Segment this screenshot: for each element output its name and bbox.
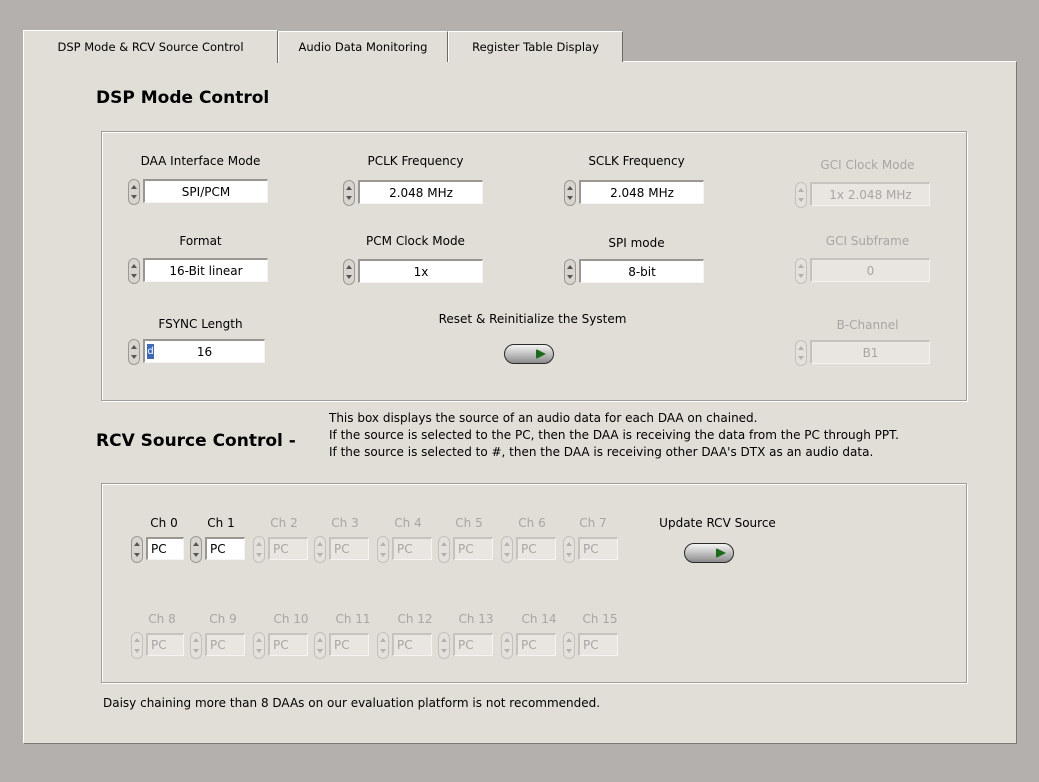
ch10-field: PC — [268, 633, 308, 656]
ch4-spinner — [377, 536, 389, 563]
spi-mode-field[interactable]: 8-bit — [579, 259, 704, 283]
ch3-label: Ch 3 — [331, 516, 359, 530]
ch4-label: Ch 4 — [394, 516, 422, 530]
gci-subframe-spinner — [795, 258, 807, 284]
ch9-label: Ch 9 — [209, 612, 237, 626]
ch1-spinner[interactable] — [190, 536, 202, 563]
sclk-frequency-field[interactable]: 2.048 MHz — [579, 180, 704, 204]
ch3-field: PC — [329, 537, 369, 560]
daa-interface-mode-field[interactable]: SPI/PCM — [143, 179, 268, 203]
gci-clock-mode-field: 1x 2.048 MHz — [810, 182, 930, 206]
ch15-label: Ch 15 — [582, 612, 618, 626]
dsp-mode-title: DSP Mode Control — [96, 88, 270, 108]
b-channel-spinner — [795, 340, 807, 366]
ch9-field: PC — [205, 633, 245, 656]
ch6-field: PC — [516, 537, 556, 560]
sclk-frequency-label: SCLK Frequency — [588, 154, 685, 168]
spi-mode-spinner[interactable] — [564, 259, 576, 285]
rcv-description-line-1: This box displays the source of an audio… — [329, 411, 758, 425]
pcm-clock-mode-field[interactable]: 1x — [358, 259, 483, 283]
sclk-frequency-spinner[interactable] — [564, 180, 576, 206]
b-channel-label: B-Channel — [836, 318, 899, 332]
gci-subframe-field: 0 — [810, 258, 930, 282]
ch10-spinner — [253, 632, 265, 659]
tab-dsp-rcv-control[interactable]: DSP Mode & RCV Source Control — [23, 30, 278, 63]
gci-clock-mode-label: GCI Clock Mode — [820, 158, 915, 172]
ch11-label: Ch 11 — [335, 612, 371, 626]
format-field[interactable]: 16-Bit linear — [143, 258, 268, 282]
fsync-length-label: FSYNC Length — [158, 317, 243, 331]
ch12-label: Ch 12 — [397, 612, 433, 626]
ch0-field[interactable]: PC — [146, 537, 184, 560]
ch0-label: Ch 0 — [150, 516, 178, 530]
ch4-field: PC — [392, 537, 432, 560]
ch1-field[interactable]: PC — [205, 537, 245, 560]
ch15-spinner — [563, 632, 575, 659]
ch0-spinner[interactable] — [131, 536, 143, 563]
ch3-spinner — [314, 536, 326, 563]
ch2-label: Ch 2 — [270, 516, 298, 530]
pcm-clock-mode-label: PCM Clock Mode — [366, 234, 465, 248]
reset-button[interactable] — [504, 344, 554, 364]
format-label: Format — [179, 234, 222, 248]
ch5-label: Ch 5 — [455, 516, 483, 530]
update-rcv-button[interactable] — [684, 543, 734, 563]
daa-interface-mode-spinner[interactable] — [128, 179, 140, 205]
ch11-spinner — [314, 632, 326, 659]
ch8-label: Ch 8 — [148, 612, 176, 626]
gci-clock-mode-spinner — [795, 182, 807, 208]
ch6-spinner — [501, 536, 513, 563]
format-spinner[interactable] — [128, 258, 140, 284]
ch13-spinner — [438, 632, 450, 659]
button-led-icon — [536, 349, 546, 359]
daa-interface-mode-label: DAA Interface Mode — [140, 154, 261, 168]
rcv-description-line-2: If the source is selected to the PC, the… — [329, 428, 899, 442]
fsync-length-value: 16 — [196, 344, 213, 359]
ch14-field: PC — [516, 633, 556, 656]
ch14-spinner — [501, 632, 513, 659]
ch8-field: PC — [146, 633, 184, 656]
gci-subframe-label: GCI Subframe — [825, 234, 910, 248]
tab-audio-data-monitoring[interactable]: Audio Data Monitoring — [278, 31, 448, 62]
ch12-spinner — [377, 632, 389, 659]
ch1-label: Ch 1 — [207, 516, 235, 530]
ch10-label: Ch 10 — [273, 612, 309, 626]
ch8-spinner — [131, 632, 143, 659]
ch7-spinner — [563, 536, 575, 563]
pclk-frequency-field[interactable]: 2.048 MHz — [358, 180, 483, 204]
daisy-chain-note: Daisy chaining more than 8 DAAs on our e… — [103, 696, 601, 710]
ch12-field: PC — [392, 633, 432, 656]
fsync-length-spinner[interactable] — [128, 339, 140, 365]
ch2-field: PC — [268, 537, 308, 560]
update-rcv-label: Update RCV Source — [659, 516, 776, 530]
ch13-label: Ch 13 — [458, 612, 494, 626]
ch11-field: PC — [329, 633, 369, 656]
b-channel-field: B1 — [810, 340, 930, 364]
pclk-frequency-spinner[interactable] — [343, 180, 355, 206]
ch7-field: PC — [578, 537, 618, 560]
rcv-description: This box displays the source of an audio… — [329, 410, 899, 461]
rcv-description-line-3: If the source is selected to #, then the… — [329, 445, 874, 459]
ch5-spinner — [438, 536, 450, 563]
ch15-field: PC — [578, 633, 618, 656]
ch9-spinner — [190, 632, 202, 659]
pcm-clock-mode-spinner[interactable] — [343, 259, 355, 285]
rcv-source-title: RCV Source Control - — [96, 431, 296, 451]
reset-label: Reset & Reinitialize the System — [438, 312, 627, 326]
ch14-label: Ch 14 — [521, 612, 557, 626]
ch13-field: PC — [453, 633, 493, 656]
ch5-field: PC — [453, 537, 493, 560]
fsync-length-field[interactable]: d 16 — [143, 339, 265, 363]
pclk-frequency-label: PCLK Frequency — [367, 154, 464, 168]
spi-mode-label: SPI mode — [608, 236, 665, 250]
radix-indicator[interactable]: d — [147, 344, 154, 359]
tab-register-table-display[interactable]: Register Table Display — [448, 31, 623, 62]
ch7-label: Ch 7 — [579, 516, 607, 530]
ch2-spinner — [253, 536, 265, 563]
button-led-icon — [716, 548, 726, 558]
ch6-label: Ch 6 — [518, 516, 546, 530]
